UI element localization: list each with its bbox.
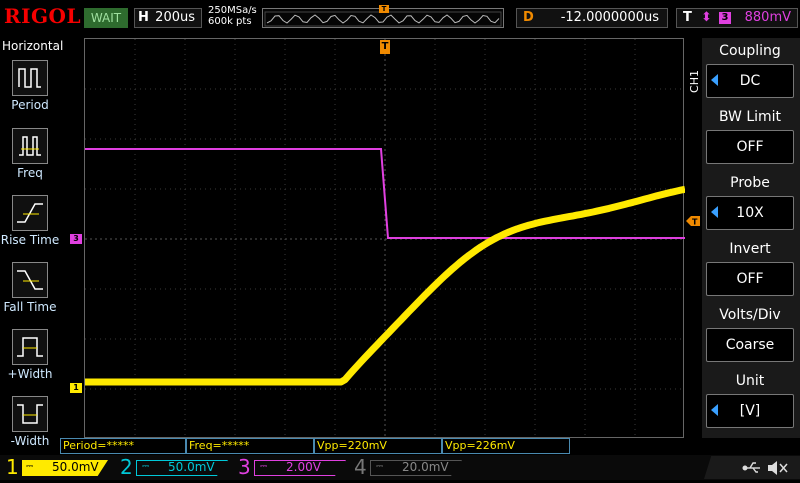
menu-item-label: Fall Time <box>3 300 57 314</box>
measurement-period[interactable]: Period=***** <box>60 438 186 454</box>
menu-item-label: Period <box>11 98 49 112</box>
menu-item-label: +Width <box>7 367 53 381</box>
positive-width-icon <box>12 329 48 365</box>
menu-unit[interactable]: Unit [V] <box>704 370 796 432</box>
channel-1-status[interactable]: 1 ⎓ 50.0mV <box>0 456 108 479</box>
left-arrow-icon <box>711 404 718 416</box>
channel-number: 2 <box>120 455 133 479</box>
fall-time-icon <box>12 262 48 298</box>
menu-coupling[interactable]: Coupling DC <box>704 40 796 102</box>
rise-time-icon <box>12 195 48 231</box>
channel-3-status[interactable]: 3 ⎓ 2.00V <box>232 456 346 479</box>
period-icon <box>12 60 48 96</box>
bw-limit-value: OFF <box>736 139 764 155</box>
delay-key: D <box>523 10 534 25</box>
ch1-ground-marker[interactable]: 1 <box>70 383 82 393</box>
memory-depth: 600k pts <box>208 16 252 27</box>
memory-overview[interactable]: T <box>262 5 504 28</box>
ch3-ground-marker[interactable]: 3 <box>70 234 82 244</box>
menu-item-label: -Width <box>10 434 50 448</box>
menu-item-freq[interactable]: Freq <box>0 124 60 188</box>
memory-trigger-marker: T <box>379 5 389 13</box>
menu-invert[interactable]: Invert OFF <box>704 238 796 300</box>
delay-value: -12.0000000us <box>560 10 659 25</box>
menu-title: BW Limit <box>718 109 782 125</box>
menu-probe[interactable]: Probe 10X <box>704 172 796 234</box>
menu-item-negative-width[interactable]: -Width <box>0 392 60 456</box>
channel-scale: 2.00V <box>286 460 321 474</box>
menu-title: Unit <box>735 373 765 389</box>
channel-number: 3 <box>238 455 251 479</box>
trigger-settings[interactable]: T ⬍ 3 880mV <box>676 8 798 28</box>
menu-item-label: Rise Time <box>0 233 60 247</box>
graticule <box>85 39 685 439</box>
left-arrow-icon <box>711 206 718 218</box>
trigger-key: T <box>683 10 692 25</box>
channel-scale: 50.0mV <box>168 460 215 474</box>
menu-title: Probe <box>730 175 770 191</box>
menu-item-rise-time[interactable]: Rise Time <box>0 191 60 255</box>
probe-value-box[interactable]: 10X <box>706 196 794 230</box>
trigger-source: 3 <box>719 12 731 24</box>
channel-tag: CH1 <box>688 70 701 93</box>
channel-number: 4 <box>354 455 367 479</box>
menu-item-fall-time[interactable]: Fall Time <box>0 258 60 322</box>
measurement-vpp-ch1[interactable]: Vpp=220mV <box>314 438 442 454</box>
trigger-level-marker[interactable]: T <box>686 211 700 227</box>
menu-item-label: Freq <box>17 166 43 180</box>
frequency-icon <box>12 128 48 164</box>
horizontal-key: H <box>138 10 149 25</box>
falling-edge-icon: ⬍ <box>701 10 712 25</box>
menu-bw-limit[interactable]: BW Limit OFF <box>704 106 796 168</box>
left-arrow-icon <box>711 74 718 86</box>
coupling-value-box[interactable]: DC <box>706 64 794 98</box>
negative-width-icon <box>12 396 48 432</box>
waveform-display[interactable] <box>84 38 685 439</box>
volts-div-value: Coarse <box>725 337 775 353</box>
trigger-delay[interactable]: D -12.0000000us <box>516 8 668 28</box>
horizontal-timebase[interactable]: H 200us <box>134 8 202 28</box>
acquisition-info: 250MSa/s 600k pts <box>208 5 257 27</box>
trigger-position-marker[interactable]: T <box>380 40 390 54</box>
left-menu: Period Freq Rise Time Fall Time +Width -… <box>0 38 60 448</box>
coupling-icon: ⎓ <box>260 462 268 472</box>
brand-logo: RIGOL <box>4 4 82 28</box>
channel-scale: 20.0mV <box>402 460 449 474</box>
coupling-icon: ⎓ <box>142 462 150 472</box>
menu-item-positive-width[interactable]: +Width <box>0 325 60 389</box>
channel-scale: 50.0mV <box>52 460 99 474</box>
invert-value-box[interactable]: OFF <box>706 262 794 296</box>
run-state-badge[interactable]: WAIT <box>84 8 128 28</box>
bw-limit-value-box[interactable]: OFF <box>706 130 794 164</box>
channel-4-status[interactable]: 4 ⎓ 20.0mV <box>348 456 462 479</box>
menu-title: Coupling <box>719 43 781 59</box>
measurement-vpp-ch3[interactable]: Vpp=226mV <box>442 438 570 454</box>
sample-rate: 250MSa/s <box>208 5 257 16</box>
coupling-icon: ⎓ <box>376 462 384 472</box>
volts-div-value-box[interactable]: Coarse <box>706 328 794 362</box>
system-status <box>740 456 800 479</box>
invert-value: OFF <box>736 271 764 287</box>
menu-volts-div[interactable]: Volts/Div Coarse <box>704 304 796 366</box>
channel-number: 1 <box>6 455 19 479</box>
coupling-icon: ⎓ <box>26 462 34 472</box>
trigger-level: 880mV <box>744 10 791 25</box>
menu-title: Invert <box>729 241 771 257</box>
channel-2-status[interactable]: 2 ⎓ 50.0mV <box>114 456 228 479</box>
unit-value: [V] <box>739 403 761 419</box>
coupling-value: DC <box>739 73 761 89</box>
speaker-muted-icon <box>768 461 788 475</box>
usb-icon <box>742 462 760 473</box>
measurement-freq[interactable]: Freq=***** <box>186 438 314 454</box>
menu-item-period[interactable]: Period <box>0 56 60 120</box>
svg-text:T: T <box>692 218 698 227</box>
probe-value: 10X <box>736 205 764 221</box>
timebase-value: 200us <box>155 10 195 25</box>
unit-value-box[interactable]: [V] <box>706 394 794 428</box>
menu-title: Volts/Div <box>719 307 781 323</box>
